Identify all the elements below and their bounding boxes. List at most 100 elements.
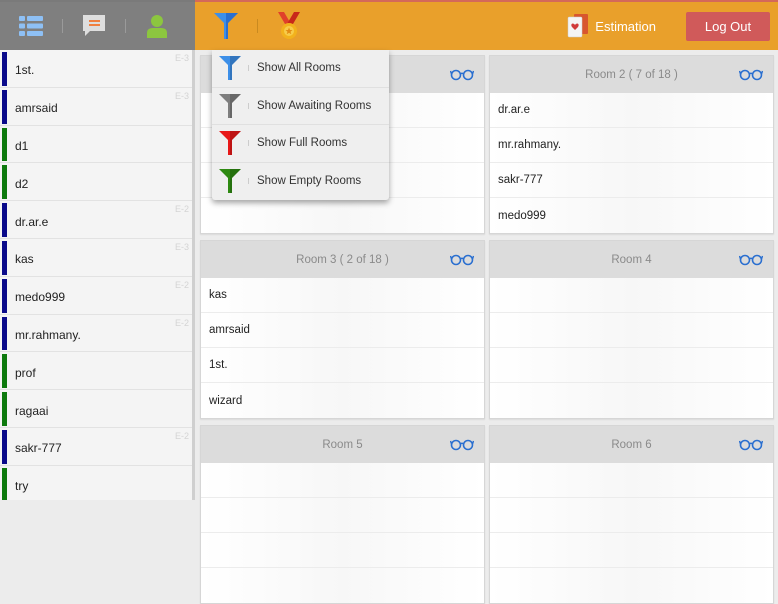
player-list-item[interactable]: medo999 E-2 [0,277,192,315]
status-indicator [2,52,7,86]
room-card[interactable]: Room 4 [489,240,774,419]
player-list-item[interactable]: kas E-3 [0,239,192,277]
status-indicator [2,203,7,237]
filter-menu-item[interactable]: Show All Rooms [212,50,389,88]
room-header: Room 4 [490,241,773,278]
status-indicator [2,278,7,313]
spectate-glasses-icon[interactable] [449,437,475,454]
list-icon [19,16,43,36]
room-player-slot [490,533,773,568]
player-list-item[interactable]: amrsaid E-3 [0,88,192,126]
status-indicator [2,165,7,200]
player-list-item[interactable]: ragaai [0,390,192,428]
player-name: d2 [15,176,29,191]
room-card[interactable]: Room 3 ( 2 of 18 ) kas amrsaid 1st. wizard [200,240,485,419]
separator [248,140,249,147]
room-player-slot [490,313,773,348]
filter-menu-item[interactable]: Show Empty Rooms [212,163,389,201]
filter-red-icon [212,131,248,156]
cards-icon [568,14,589,38]
medal-icon [278,12,300,39]
player-list-item[interactable]: 1st. E-3 [0,50,192,88]
filter-icon [214,13,238,39]
spectate-glasses-icon[interactable] [738,437,764,454]
filter-button[interactable] [195,3,257,49]
room-player-slot [201,533,484,568]
player-name: d1 [15,138,29,153]
player-name: sakr-777 [15,441,62,456]
profile-button[interactable] [126,3,188,49]
player-list-item[interactable]: dr.ar.e E-2 [0,201,192,239]
status-indicator [2,89,7,124]
filter-dropdown-menu: Show All Rooms Show Awaiting Rooms Show Fu… [212,50,389,200]
filter-gray-icon [212,93,248,118]
top-bar-left [0,0,195,50]
separator [248,102,249,109]
user-icon [147,15,167,38]
filter-menu-item[interactable]: Show Awaiting Rooms [212,88,389,125]
achievements-button[interactable] [258,3,320,49]
player-name: amrsaid [15,101,58,116]
room-player-slot [490,463,773,498]
player-name: medo999 [15,290,66,305]
room-card[interactable]: Room 5 [200,425,485,604]
room-player-slot [490,568,773,603]
room-player-slot [201,463,484,498]
player-name: 1st. [15,63,35,78]
room-player-slot [201,568,484,603]
room-title: Room 4 [611,253,652,266]
player-list-item[interactable]: d1 [0,126,192,164]
filter-blue-icon [212,56,248,81]
room-player-slot: amrsaid [201,313,484,348]
player-level: E-3 [174,90,189,101]
filter-menu-item[interactable]: Show Full Rooms [212,125,389,163]
spectate-glasses-icon[interactable] [738,67,764,84]
room-header: Room 3 ( 2 of 18 ) [201,241,484,278]
chat-icon [83,15,105,36]
room-title: Room 6 [611,438,652,451]
room-player-slot: wizard [201,383,484,418]
status-indicator [2,467,7,500]
separator [248,65,249,72]
room-card[interactable]: Room 2 ( 7 of 18 ) dr.ar.e mr.rahmany. sakr… [489,55,774,234]
player-level: E-2 [174,204,189,215]
room-player-slot [490,278,773,313]
spectate-glasses-icon[interactable] [449,67,475,84]
player-level: E-3 [174,53,189,63]
status-indicator [2,240,7,275]
players-sidebar[interactable]: 1st. E-3 amrsaid E-3 d1 d2 dr.ar.e E-2 kas E-3 med… [0,50,195,500]
logout-button[interactable]: Log Out [686,12,770,41]
player-list-item[interactable]: sakr-777 E-2 [0,428,192,466]
player-name: dr.ar.e [15,214,49,229]
room-player-slot [201,498,484,533]
room-card[interactable]: Room 6 [489,425,774,604]
estimation-button[interactable]: Estimation [567,14,656,38]
room-header: Room 5 [201,426,484,463]
status-indicator [2,392,7,426]
room-player-slot [201,198,484,233]
spectate-glasses-icon[interactable] [449,252,475,269]
chat-button[interactable] [63,3,125,49]
room-header: Room 2 ( 7 of 18 ) [490,56,773,93]
player-list-item[interactable]: mr.rahmany. E-2 [0,315,192,353]
status-indicator [2,354,7,389]
top-bar: Estimation Log Out [0,0,778,50]
spectate-glasses-icon[interactable] [738,252,764,269]
filter-menu-label: Show Empty Rooms [257,175,362,188]
room-player-slot: 1st. [201,348,484,383]
players-list-button[interactable] [0,3,62,49]
filter-menu-label: Show All Rooms [257,62,341,75]
status-indicator [2,127,7,162]
status-indicator [2,316,7,351]
player-list-item[interactable]: prof [0,352,192,391]
room-player-slot [490,383,773,418]
player-list-item[interactable]: d2 [0,163,192,202]
room-player-slot: medo999 [490,198,773,233]
room-player-slot [490,498,773,533]
room-player-slot [490,348,773,383]
room-title: Room 5 [322,438,363,451]
player-name: kas [15,252,34,267]
player-list-item[interactable]: try [0,466,192,500]
filter-menu-label: Show Awaiting Rooms [257,99,372,112]
room-player-slot: kas [201,278,484,313]
